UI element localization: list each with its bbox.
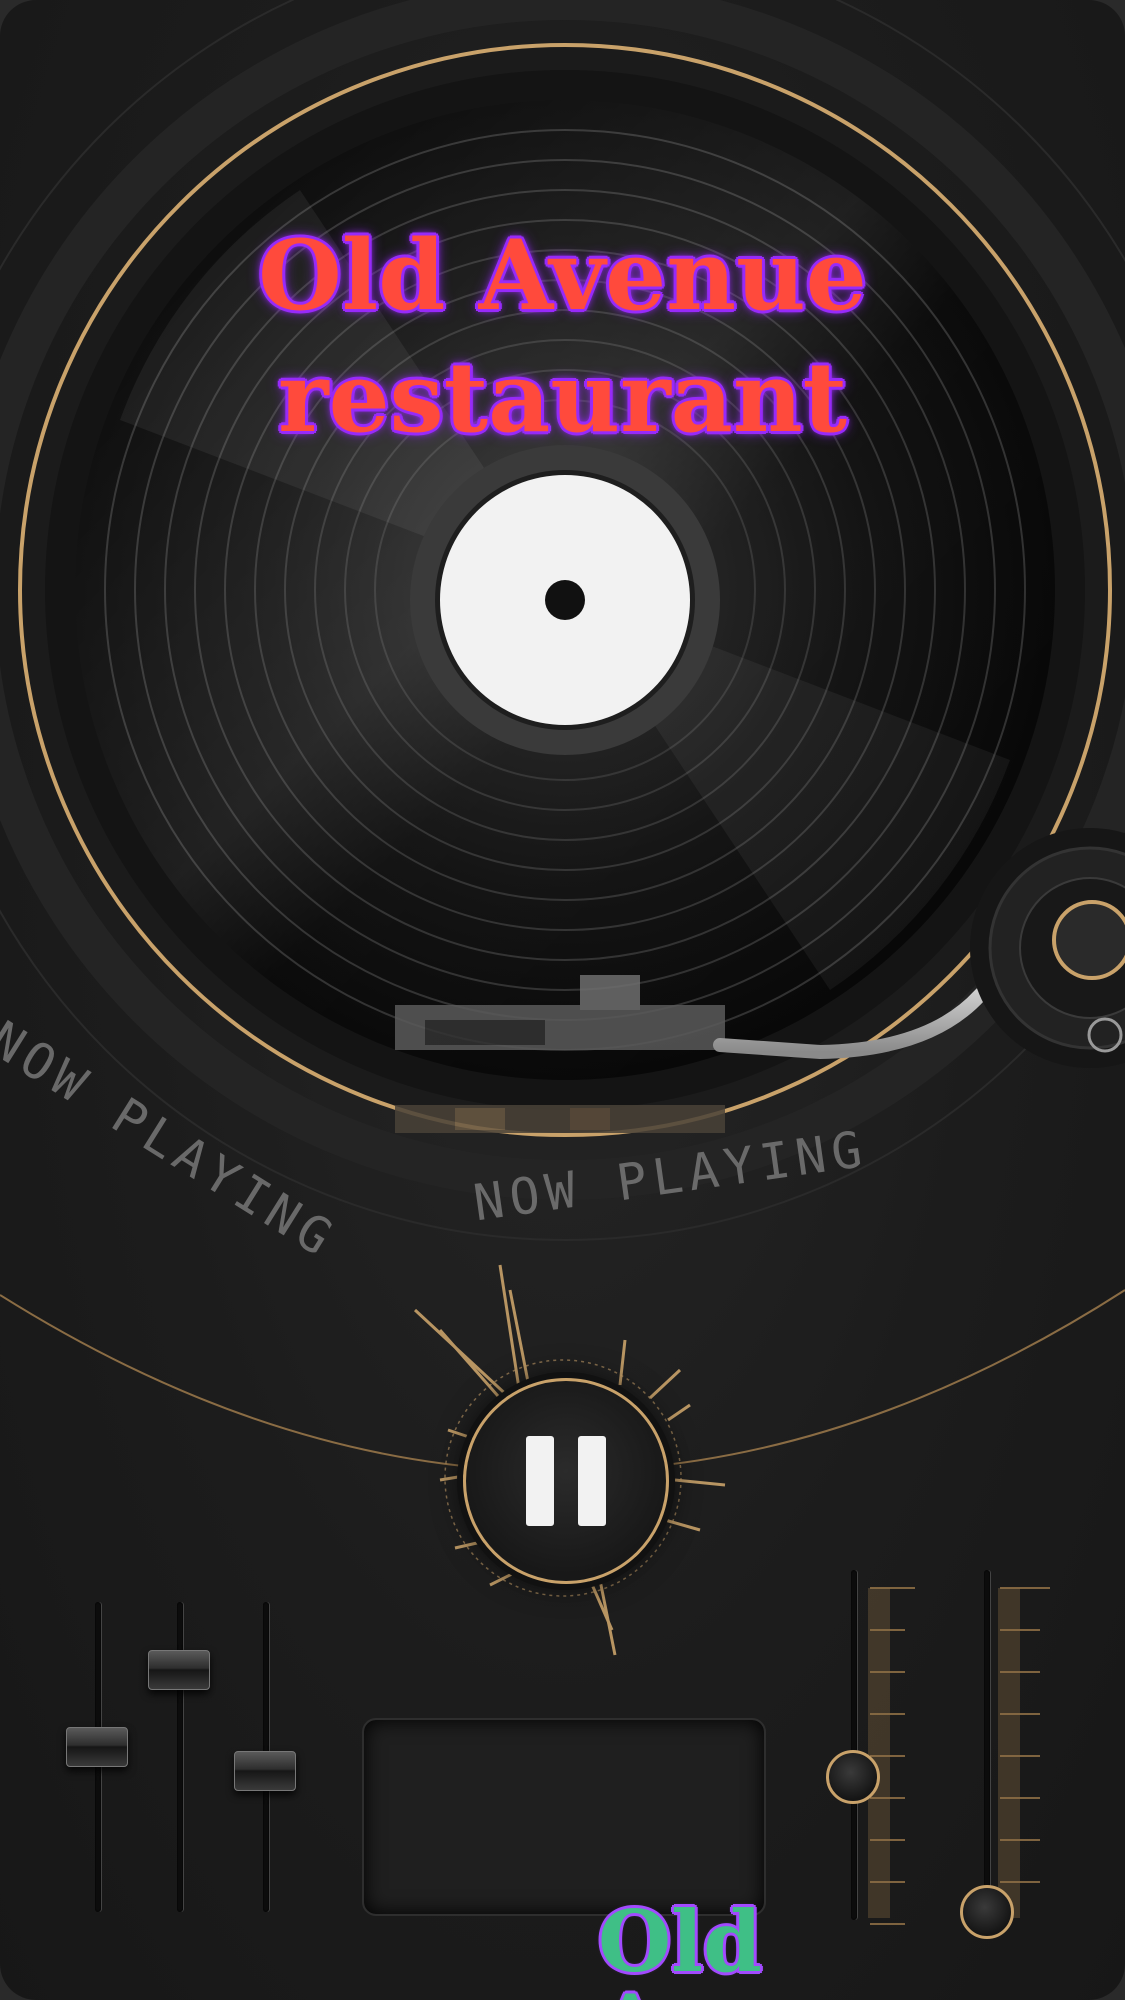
title-line-2: restaurant [278,341,847,454]
title-line-1: Old Avenue [258,219,867,332]
eq-slider-2[interactable] [148,1650,210,1690]
watermark: Old Avenue [598,1892,938,2000]
eq-slider-3[interactable] [234,1751,296,1791]
fader-1[interactable] [826,1750,880,1804]
fader-track-2 [984,1570,990,1920]
player-screen: Old Avenue restaurant NOW PLAYING NOW PL… [0,0,1125,2000]
spectrum-display [362,1718,766,1916]
fader-track-1 [851,1570,857,1920]
pause-button[interactable] [463,1378,669,1584]
spindle [545,580,585,620]
eq-slider-track-2 [177,1602,183,1912]
eq-slider-1[interactable] [66,1727,128,1767]
